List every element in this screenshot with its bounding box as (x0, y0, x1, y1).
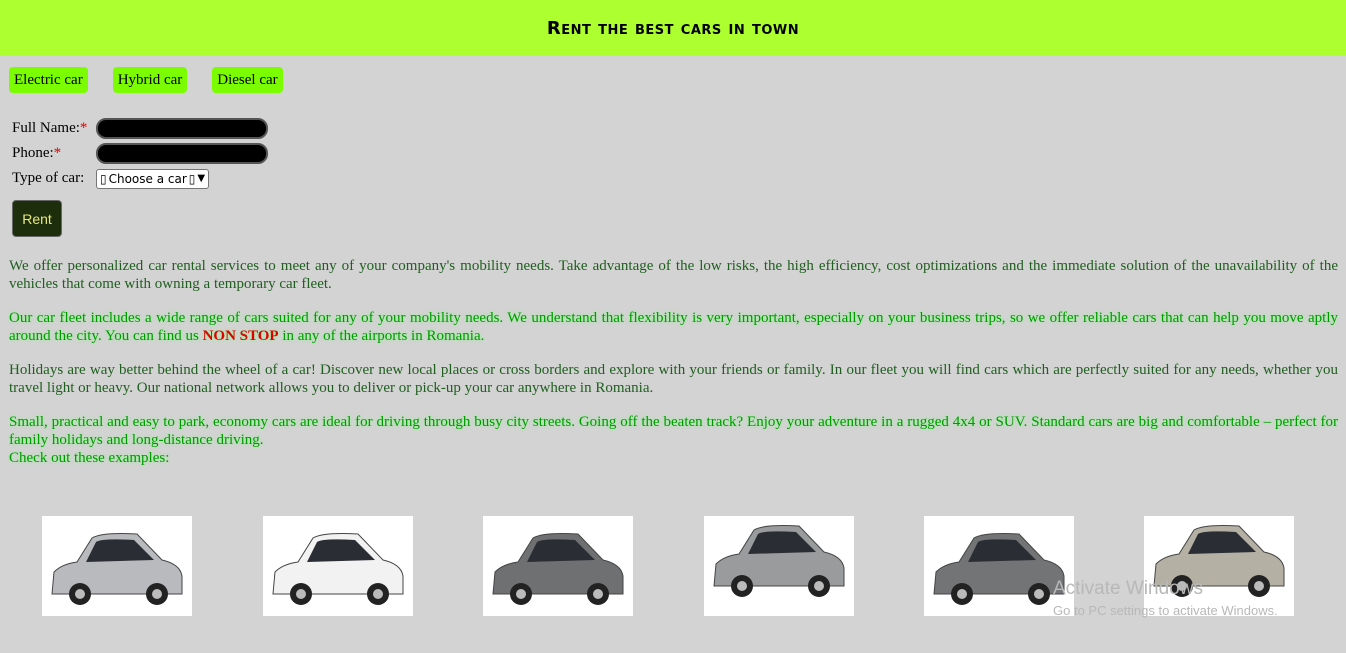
car-hub-shape (152, 589, 162, 599)
car-image-silver-suv (704, 516, 854, 616)
phone-row: Phone:* (12, 141, 268, 166)
car-icon: ▯ (188, 171, 196, 186)
full-name-label: Full Name:* (12, 120, 88, 136)
tab-diesel-car[interactable]: Diesel car (212, 67, 283, 93)
car-image-silver-hatchback (42, 516, 192, 616)
car-image-grey-compact (924, 516, 1074, 616)
rent-button[interactable]: Rent (12, 200, 62, 237)
watermark-title: Activate Windows (1053, 578, 1203, 599)
car-hub-shape (373, 589, 383, 599)
type-of-car-label: Type of car: (12, 170, 85, 186)
paragraph-economy: Small, practical and easy to park, econo… (9, 414, 1338, 448)
required-mark: * (79, 120, 88, 136)
chevron-down-icon: ▼ (197, 172, 206, 184)
paragraph-intro: We offer personalized car rental service… (9, 258, 1338, 292)
car-hub-shape (814, 581, 824, 591)
type-row: Type of car: ▯ Choose a car ▯ ▼ (12, 166, 268, 191)
non-stop-highlight: NON STOP (202, 328, 279, 344)
car-hub-shape (1034, 589, 1044, 599)
tab-hybrid-car[interactable]: Hybrid car (112, 67, 188, 93)
tab-electric-car[interactable]: Electric car (9, 67, 88, 93)
required-mark: * (53, 145, 62, 161)
paragraph-fleet: Our car fleet includes a wide range of c… (9, 310, 1338, 344)
page-title: Rent the best cars in town (546, 17, 800, 39)
car-image-grey-hatchback (483, 516, 633, 616)
page-header: Rent the best cars in town (0, 0, 1346, 56)
paragraph-examples: Check out these examples: (9, 450, 170, 466)
windows-activation-watermark: Activate Windows Go to PC settings to ac… (1053, 578, 1278, 618)
car-hub-shape (957, 589, 967, 599)
rent-form: Full Name:* Phone:* Type of car: ▯ Choos… (12, 116, 268, 191)
car-hub-shape (593, 589, 603, 599)
car-hub-shape (296, 589, 306, 599)
paragraph-holidays: Holidays are way better behind the wheel… (9, 362, 1338, 396)
watermark-subtitle: Go to PC settings to activate Windows. (1053, 603, 1278, 618)
car-type-tabs: Electric car Hybrid car Diesel car (9, 67, 308, 93)
car-hub-shape (737, 581, 747, 591)
car-hub-shape (516, 589, 526, 599)
full-name-input[interactable] (96, 118, 268, 139)
phone-label: Phone:* (12, 145, 62, 161)
full-name-row: Full Name:* (12, 116, 268, 141)
car-image-white-sedan (263, 516, 413, 616)
car-hub-shape (75, 589, 85, 599)
description: We offer personalized car rental service… (9, 257, 1338, 483)
car-icon: ▯ (100, 171, 107, 186)
select-value: Choose a car (108, 171, 187, 186)
phone-input[interactable] (96, 143, 268, 164)
car-type-select[interactable]: ▯ Choose a car ▯ ▼ (96, 168, 210, 189)
